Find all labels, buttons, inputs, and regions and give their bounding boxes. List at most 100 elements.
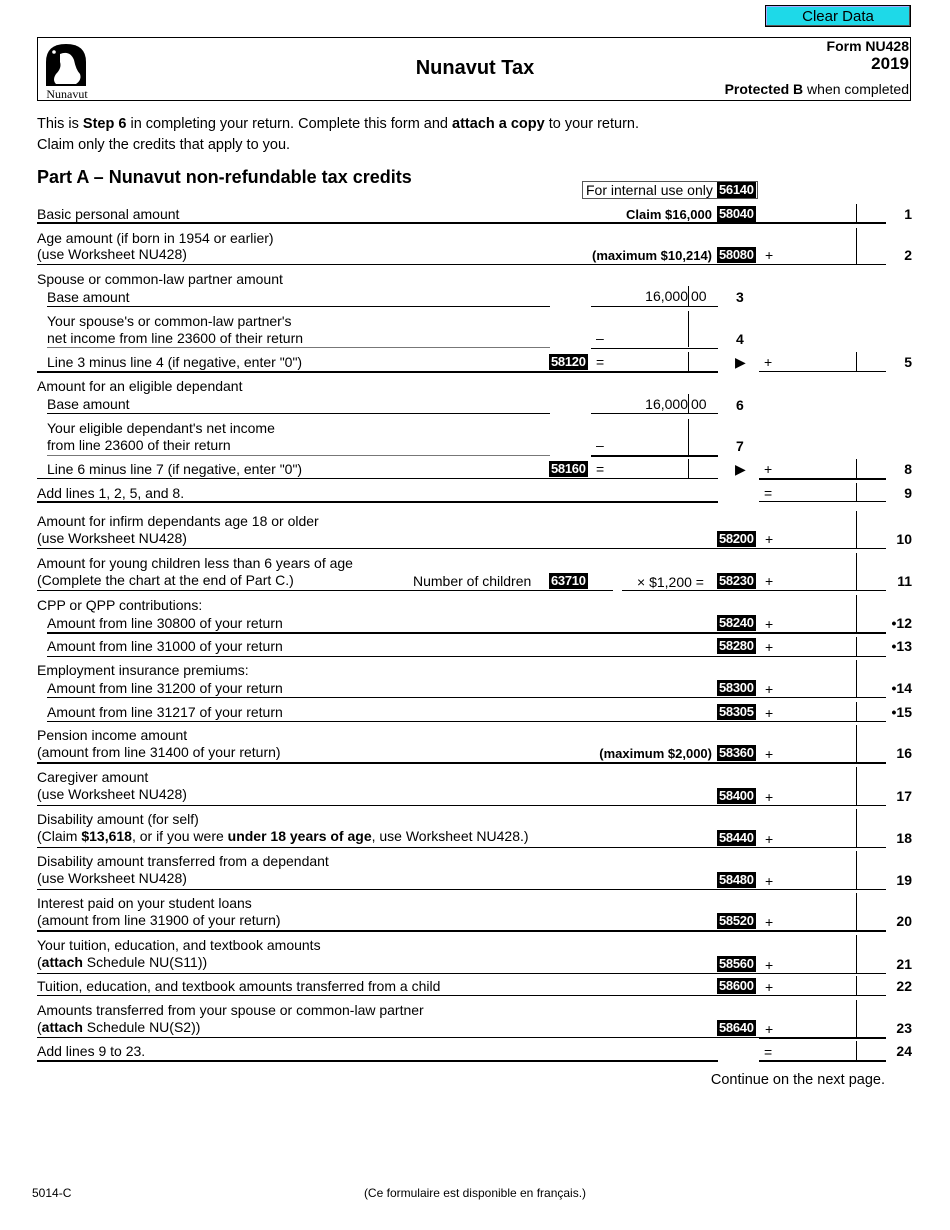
line-4-label-2: net income from line 23600 of their retu… — [47, 330, 304, 346]
line-23-label-1: Amounts transferred from your spouse or … — [37, 1002, 424, 1018]
line-17-amount-input[interactable] — [775, 787, 854, 804]
line-9-amount-input[interactable] — [775, 484, 854, 501]
line-24-amount-input[interactable] — [775, 1042, 854, 1059]
line-10-plus: + — [765, 531, 774, 547]
line-7-amount-input[interactable] — [607, 436, 686, 453]
line-18-label-2: (Claim $13,618, or if you were under 18 … — [37, 828, 529, 845]
line-11-amount-input[interactable] — [775, 572, 854, 589]
line-17-code: 58400 — [717, 788, 756, 804]
line-21-amount-input[interactable] — [775, 955, 854, 972]
line-1-amount-input[interactable] — [762, 205, 854, 222]
line-22-amount-input[interactable] — [775, 977, 854, 994]
line-23-rule — [37, 1037, 759, 1038]
line-7-label-2: from line 23600 of their return — [47, 437, 231, 453]
line-4-label-1: Your spouse's or common-law partner's — [47, 313, 292, 329]
line-10-rule — [37, 548, 886, 549]
line-1-note: Claim $16,000 — [625, 207, 712, 222]
line-19-label-1: Disability amount transferred from a dep… — [37, 853, 329, 869]
sub-cents-divider — [688, 352, 689, 371]
line-4-amount-input[interactable] — [607, 329, 686, 346]
line-15-rule — [47, 721, 886, 722]
line-24-label: Add lines 9 to 23. — [37, 1043, 146, 1059]
clear-data-button[interactable]: Clear Data — [765, 5, 911, 27]
line-2-number: 2 — [904, 247, 912, 263]
line-4-label-rule — [47, 347, 550, 348]
label-text: , or if you were — [131, 828, 228, 844]
line-13-plus: + — [765, 639, 774, 655]
line-23-plus: + — [765, 1021, 774, 1037]
continue-note: Continue on the next page. — [710, 1072, 885, 1088]
line-4-number: 4 — [736, 331, 744, 347]
line-23-amount-rule — [759, 1037, 886, 1039]
line-6-rule — [591, 413, 718, 414]
line-6-label: Base amount — [47, 396, 130, 412]
line-2-plus: + — [765, 247, 774, 263]
line-16-amount-input[interactable] — [775, 744, 854, 761]
line-3-number: 3 — [736, 289, 744, 305]
line-1-number: 1 — [904, 206, 912, 222]
line-13-amount-input[interactable] — [775, 637, 854, 654]
line-18-amount-input[interactable] — [775, 829, 854, 846]
line-19-label-2: (use Worksheet NU428) — [37, 870, 187, 886]
label-bold: attach — [41, 1019, 83, 1035]
line-18-label-1: Disability amount (for self) — [37, 811, 199, 827]
line-15-number: •15 — [891, 704, 912, 720]
line-10-amount-input[interactable] — [775, 530, 854, 547]
line-16-code: 58360 — [717, 745, 756, 761]
cents-divider — [856, 851, 857, 889]
line-10-number: 10 — [896, 531, 912, 547]
line-11-plus: + — [765, 573, 774, 589]
line-16-number: 16 — [896, 745, 912, 761]
line-12-amount-input[interactable] — [775, 614, 854, 631]
line-8-amount-input[interactable] — [775, 460, 854, 477]
line-9-number: 9 — [904, 485, 912, 501]
label-text: Schedule NU(S11)) — [82, 954, 208, 970]
number-of-children-input[interactable] — [593, 572, 613, 589]
line-7-minus: – — [596, 437, 604, 453]
cents-divider — [856, 511, 857, 548]
cents-divider — [856, 893, 857, 931]
line-2-label-1: Age amount (if born in 1954 or earlier) — [37, 230, 274, 246]
line-5-amount-input[interactable] — [775, 353, 854, 370]
line-19-plus: + — [765, 873, 774, 889]
line-22-number: 22 — [896, 978, 912, 994]
line-20-amount-input[interactable] — [775, 912, 854, 929]
page-title: Nunavut Tax — [415, 57, 535, 79]
cents-divider — [856, 204, 857, 222]
line-22-code: 58600 — [717, 978, 756, 994]
line-20-code: 58520 — [717, 913, 756, 929]
line-2-amount-input[interactable] — [775, 246, 854, 263]
line-11-label-1: Amount for young children less than 6 ye… — [37, 555, 353, 571]
line-1-code: 58040 — [717, 206, 756, 222]
line-12-label: Amount from line 30800 of your return — [47, 615, 283, 631]
line-20-rule — [37, 930, 886, 932]
line-7-label-rule — [47, 455, 550, 456]
line-15-amount-input[interactable] — [775, 703, 854, 720]
line-23-amount-input[interactable] — [775, 1019, 854, 1036]
line-19-amount-input[interactable] — [775, 871, 854, 888]
line-6-dollars: 16,000 — [645, 396, 688, 412]
sub-cents-divider — [688, 459, 689, 478]
line-8-sub-amount-input[interactable] — [607, 460, 686, 477]
line-12-plus: + — [765, 616, 774, 632]
internal-use-label: For internal use only — [586, 182, 713, 198]
line-8-code: 58160 — [549, 461, 588, 477]
label-text: Schedule NU(S2)) — [82, 1019, 201, 1035]
line-4-minus: – — [596, 330, 604, 346]
line-8-rule — [37, 478, 718, 479]
line-9-rule — [37, 501, 718, 503]
line-15-code: 58305 — [717, 704, 756, 720]
intro-text: in completing your return. Complete this… — [126, 116, 453, 132]
line-5-rule — [37, 371, 718, 373]
line-19-rule — [37, 889, 886, 890]
line-5-equals: = — [596, 354, 605, 370]
children-label: Number of children — [413, 573, 532, 589]
line-13-label: Amount from line 31000 of your return — [47, 638, 283, 654]
line-12-number: •12 — [891, 615, 912, 631]
line-14-amount-input[interactable] — [775, 679, 854, 696]
line-5-sub-amount-input[interactable] — [607, 353, 686, 370]
cents-divider — [856, 553, 857, 590]
line-24-amount-rule — [759, 1060, 886, 1062]
cpp-heading: CPP or QPP contributions: — [37, 597, 203, 613]
line-21-label-2: (attach Schedule NU(S11)) — [37, 954, 207, 971]
